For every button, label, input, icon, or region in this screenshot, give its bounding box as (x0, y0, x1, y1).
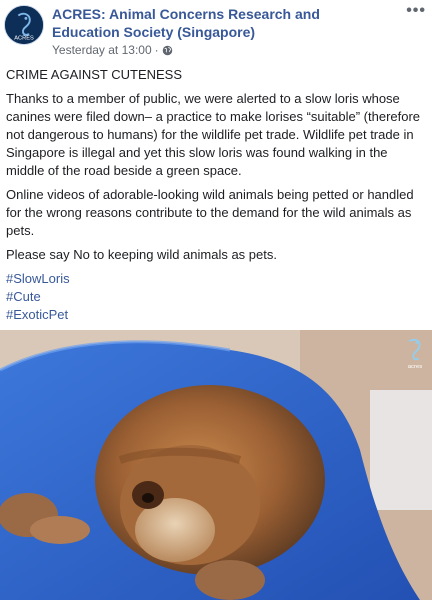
post-meta: Yesterday at 13:00 · (52, 43, 173, 57)
page-avatar[interactable]: ACRES (4, 5, 44, 45)
post-body: CRIME AGAINST CUTENESS Thanks to a membe… (6, 66, 426, 324)
globe-icon (162, 45, 173, 56)
acres-watermark: acres (402, 336, 428, 370)
svg-text:ACRES: ACRES (14, 35, 34, 41)
post-paragraph: Thanks to a member of public, we were al… (6, 91, 421, 178)
hashtag-link[interactable]: #SlowLoris (6, 270, 426, 288)
hashtag-link[interactable]: #ExoticPet (6, 306, 426, 324)
post-photo[interactable]: acres (0, 330, 432, 600)
post-heading: CRIME AGAINST CUTENESS (6, 67, 183, 82)
post-timestamp[interactable]: Yesterday at 13:00 (52, 43, 152, 57)
hashtag-list: #SlowLoris #Cute #ExoticPet (6, 270, 426, 324)
post-paragraph: Please say No to keeping wild animals as… (6, 247, 277, 262)
post-paragraph: Online videos of adorable-looking wild a… (6, 187, 414, 238)
watermark-text: acres (408, 364, 422, 370)
page-name-link[interactable]: ACRES: Animal Concerns Research and Educ… (52, 5, 382, 41)
separator-dot: · (154, 43, 159, 57)
post-header: ACRES ACRES: Animal Concerns Research an… (0, 0, 432, 62)
acres-logo-icon: acres (408, 338, 422, 370)
hashtag-link[interactable]: #Cute (6, 288, 426, 306)
more-options-icon[interactable]: ••• (406, 3, 426, 19)
